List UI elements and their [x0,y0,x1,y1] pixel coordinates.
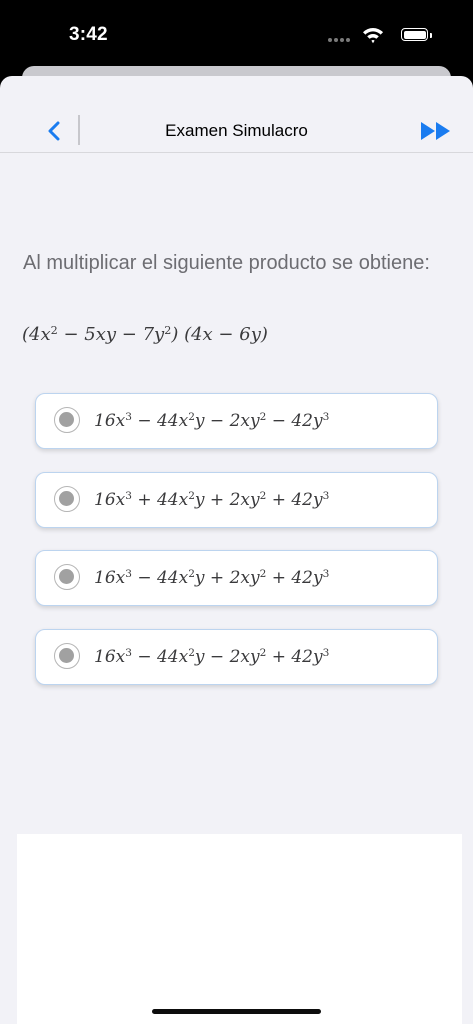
question-text: Al multiplicar el siguiente producto se … [23,252,430,274]
question-expression: (4x2 − 5xy − 7y2) (4x − 6y) [22,323,268,345]
answer-option-4[interactable]: 16x3 − 44x2y − 2xy2 + 42y3 [35,628,438,685]
skip-forward-button[interactable] [419,117,453,145]
status-icons [312,26,432,44]
radio-button-icon[interactable] [54,642,80,669]
answer-options: 16x3 − 44x2y − 2xy2 − 42y3 16x3 + 44x2y … [35,393,438,707]
option-expression: 16x3 − 44x2y − 2xy2 − 42y3 [94,411,330,431]
bottom-panel [17,834,462,1024]
fast-forward-icon [421,122,450,140]
exam-sheet: Examen Simulacro Al multiplicar el sigui… [0,76,473,1024]
radio-button-icon[interactable] [54,564,80,590]
answer-option-1[interactable]: 16x3 − 44x2y − 2xy2 − 42y3 [35,393,438,449]
status-bar: 3:42 [0,0,473,70]
radio-button-icon[interactable] [54,407,80,433]
battery-icon [401,28,428,41]
battery-cap [430,33,432,38]
answer-option-3[interactable]: 16x3 − 44x2y + 2xy2 + 42y3 [35,550,438,606]
signal-dots-icon [328,38,350,42]
option-expression: 16x3 − 44x2y + 2xy2 + 42y3 [94,568,330,588]
answer-option-2[interactable]: 16x3 + 44x2y + 2xy2 + 42y3 [35,471,438,528]
option-expression: 16x3 − 44x2y − 2xy2 + 42y3 [94,646,330,667]
option-expression: 16x3 + 44x2y + 2xy2 + 42y3 [94,489,330,510]
status-time: 3:42 [69,24,108,45]
radio-button-icon[interactable] [54,485,80,512]
wifi-icon [363,27,383,44]
navigation-bar: Examen Simulacro [0,109,473,153]
home-indicator[interactable] [152,1009,321,1014]
page-title: Examen Simulacro [165,121,308,140]
